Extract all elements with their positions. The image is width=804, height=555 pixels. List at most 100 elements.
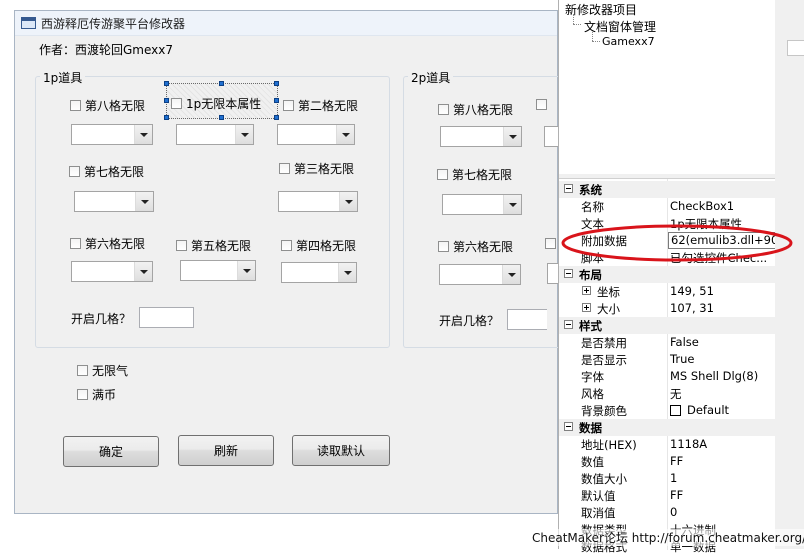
prop-row-bg-color[interactable]: 背景颜色 Default <box>559 402 775 419</box>
color-swatch-icon[interactable] <box>670 405 681 416</box>
checkbox-box[interactable] <box>77 365 88 376</box>
dropdown-arrow-icon[interactable] <box>237 261 255 280</box>
dropdown-arrow-icon[interactable] <box>503 195 521 214</box>
checkbox-1p-slot2[interactable]: 第二格无限 <box>283 97 358 114</box>
checkbox-2p-slot8[interactable]: 第八格无限 <box>438 101 513 118</box>
resize-handle-bl[interactable] <box>164 115 169 120</box>
category-layout[interactable]: 布局 <box>559 266 775 283</box>
dropdown-arrow-icon[interactable] <box>502 265 520 284</box>
category-data[interactable]: 数据 <box>559 419 775 436</box>
ok-button[interactable]: 确定 <box>63 436 159 467</box>
checkbox-full-coins[interactable]: 满币 <box>77 386 116 403</box>
prop-row-font[interactable]: 字体 MS Shell Dlg(8) <box>559 368 775 385</box>
prop-value[interactable]: 1118A <box>670 437 707 451</box>
combo-1p-slot2[interactable] <box>277 124 355 145</box>
selected-checkbox-frame[interactable]: 1p无限本属性 <box>166 83 278 119</box>
checkbox-box[interactable] <box>438 104 449 115</box>
collapse-icon[interactable] <box>564 320 573 329</box>
checkbox-box[interactable] <box>171 98 182 109</box>
checkbox-box[interactable] <box>279 163 290 174</box>
checkbox-box[interactable] <box>70 238 81 249</box>
checkbox-box[interactable] <box>536 99 547 110</box>
checkbox-1p-slot3[interactable]: 第三格无限 <box>279 160 354 177</box>
combo-1p-slot6[interactable] <box>71 261 153 282</box>
collapse-icon[interactable] <box>564 269 573 278</box>
checkbox-box[interactable] <box>437 169 448 180</box>
resize-handle-b[interactable] <box>219 115 224 120</box>
checkbox-1p-base-attr[interactable]: 1p无限本属性 <box>171 95 261 112</box>
category-style[interactable]: 样式 <box>559 317 775 334</box>
checkbox-box[interactable] <box>281 240 292 251</box>
combo-2p-slot7[interactable] <box>442 194 522 215</box>
scroll-thumb[interactable] <box>787 40 804 56</box>
prop-value[interactable]: CheckBox1 <box>670 199 734 213</box>
category-system[interactable]: 系统 <box>559 181 775 198</box>
prop-value[interactable]: 107, 31 <box>670 301 714 315</box>
prop-row-address[interactable]: 地址(HEX) 1118A <box>559 436 775 453</box>
dropdown-arrow-icon[interactable] <box>135 192 153 211</box>
collapse-icon[interactable] <box>564 184 573 193</box>
read-default-button[interactable]: 读取默认 <box>292 435 390 466</box>
checkbox-box[interactable] <box>77 389 88 400</box>
prop-value[interactable]: 1 <box>670 471 677 485</box>
dropdown-arrow-icon[interactable] <box>339 192 357 211</box>
resize-handle-tr[interactable] <box>274 81 279 86</box>
open-slots-input-1p[interactable] <box>139 307 194 328</box>
prop-value[interactable]: FF <box>670 454 683 468</box>
combo-1p-slot8[interactable] <box>71 124 153 145</box>
dropdown-arrow-icon[interactable] <box>336 125 354 144</box>
prop-value[interactable]: 0 <box>670 505 677 519</box>
checkbox-box[interactable] <box>70 100 81 111</box>
checkbox-2p-slot7[interactable]: 第七格无限 <box>437 166 512 183</box>
prop-row-visible[interactable]: 是否显示 True <box>559 351 775 368</box>
resize-handle-r[interactable] <box>274 98 279 103</box>
combo-1p-base-attr[interactable] <box>176 124 254 145</box>
checkbox-2p-base-attr[interactable] <box>536 99 551 110</box>
combo-1p-slot3[interactable] <box>278 191 358 212</box>
checkbox-box[interactable] <box>438 241 449 252</box>
dropdown-arrow-icon[interactable] <box>235 125 253 144</box>
dropdown-arrow-icon[interactable] <box>134 262 152 281</box>
tree-item-gamexx7[interactable]: Gamexx7 <box>602 35 655 48</box>
resize-handle-l[interactable] <box>164 98 169 103</box>
combo-1p-slot7[interactable] <box>74 191 154 212</box>
checkbox-box[interactable] <box>176 240 187 251</box>
checkbox-box[interactable] <box>283 100 294 111</box>
checkbox-box[interactable] <box>545 238 556 249</box>
prop-row-size[interactable]: 大小 107, 31 <box>559 300 775 317</box>
prop-value[interactable]: 149, 51 <box>670 284 714 298</box>
prop-row-value[interactable]: 数值 FF <box>559 453 775 470</box>
dropdown-arrow-icon[interactable] <box>338 263 356 282</box>
combo-1p-slot5[interactable] <box>180 260 256 281</box>
prop-value[interactable]: True <box>670 352 694 366</box>
open-slots-input-2p[interactable] <box>507 309 547 330</box>
expand-icon[interactable] <box>582 303 591 312</box>
dropdown-arrow-icon[interactable] <box>503 127 521 146</box>
checkbox-box[interactable] <box>69 166 80 177</box>
tree-root[interactable]: 新修改器项目 <box>565 1 637 18</box>
prop-value[interactable]: FF <box>670 488 683 502</box>
prop-value[interactable]: False <box>670 335 699 349</box>
prop-row-style[interactable]: 风格 无 <box>559 385 775 402</box>
checkbox-1p-slot8[interactable]: 第八格无限 <box>70 97 145 114</box>
combo-1p-slot4[interactable] <box>281 262 357 283</box>
prop-value[interactable]: Default <box>687 403 729 417</box>
combo-2p-slot8[interactable] <box>440 126 522 147</box>
resize-handle-tl[interactable] <box>164 81 169 86</box>
prop-value[interactable]: 无 <box>670 386 682 402</box>
prop-row-value-size[interactable]: 数值大小 1 <box>559 470 775 487</box>
expand-icon[interactable] <box>582 286 591 295</box>
refresh-button[interactable]: 刷新 <box>178 435 274 466</box>
prop-row-default[interactable]: 默认值 FF <box>559 487 775 504</box>
checkbox-1p-slot5[interactable]: 第五格无限 <box>176 237 251 254</box>
resize-handle-br[interactable] <box>274 115 279 120</box>
prop-row-disabled[interactable]: 是否禁用 False <box>559 334 775 351</box>
prop-row-cancel[interactable]: 取消值 0 <box>559 504 775 521</box>
checkbox-1p-slot4[interactable]: 第四格无限 <box>281 237 356 254</box>
checkbox-1p-slot7[interactable]: 第七格无限 <box>69 163 144 180</box>
prop-value[interactable]: MS Shell Dlg(8) <box>670 369 758 383</box>
checkbox-infinite-mana[interactable]: 无限气 <box>77 362 128 379</box>
combo-2p-slot6[interactable] <box>439 264 521 285</box>
tree-item-forms[interactable]: 文档窗体管理 <box>584 18 656 35</box>
resize-handle-t[interactable] <box>219 81 224 86</box>
